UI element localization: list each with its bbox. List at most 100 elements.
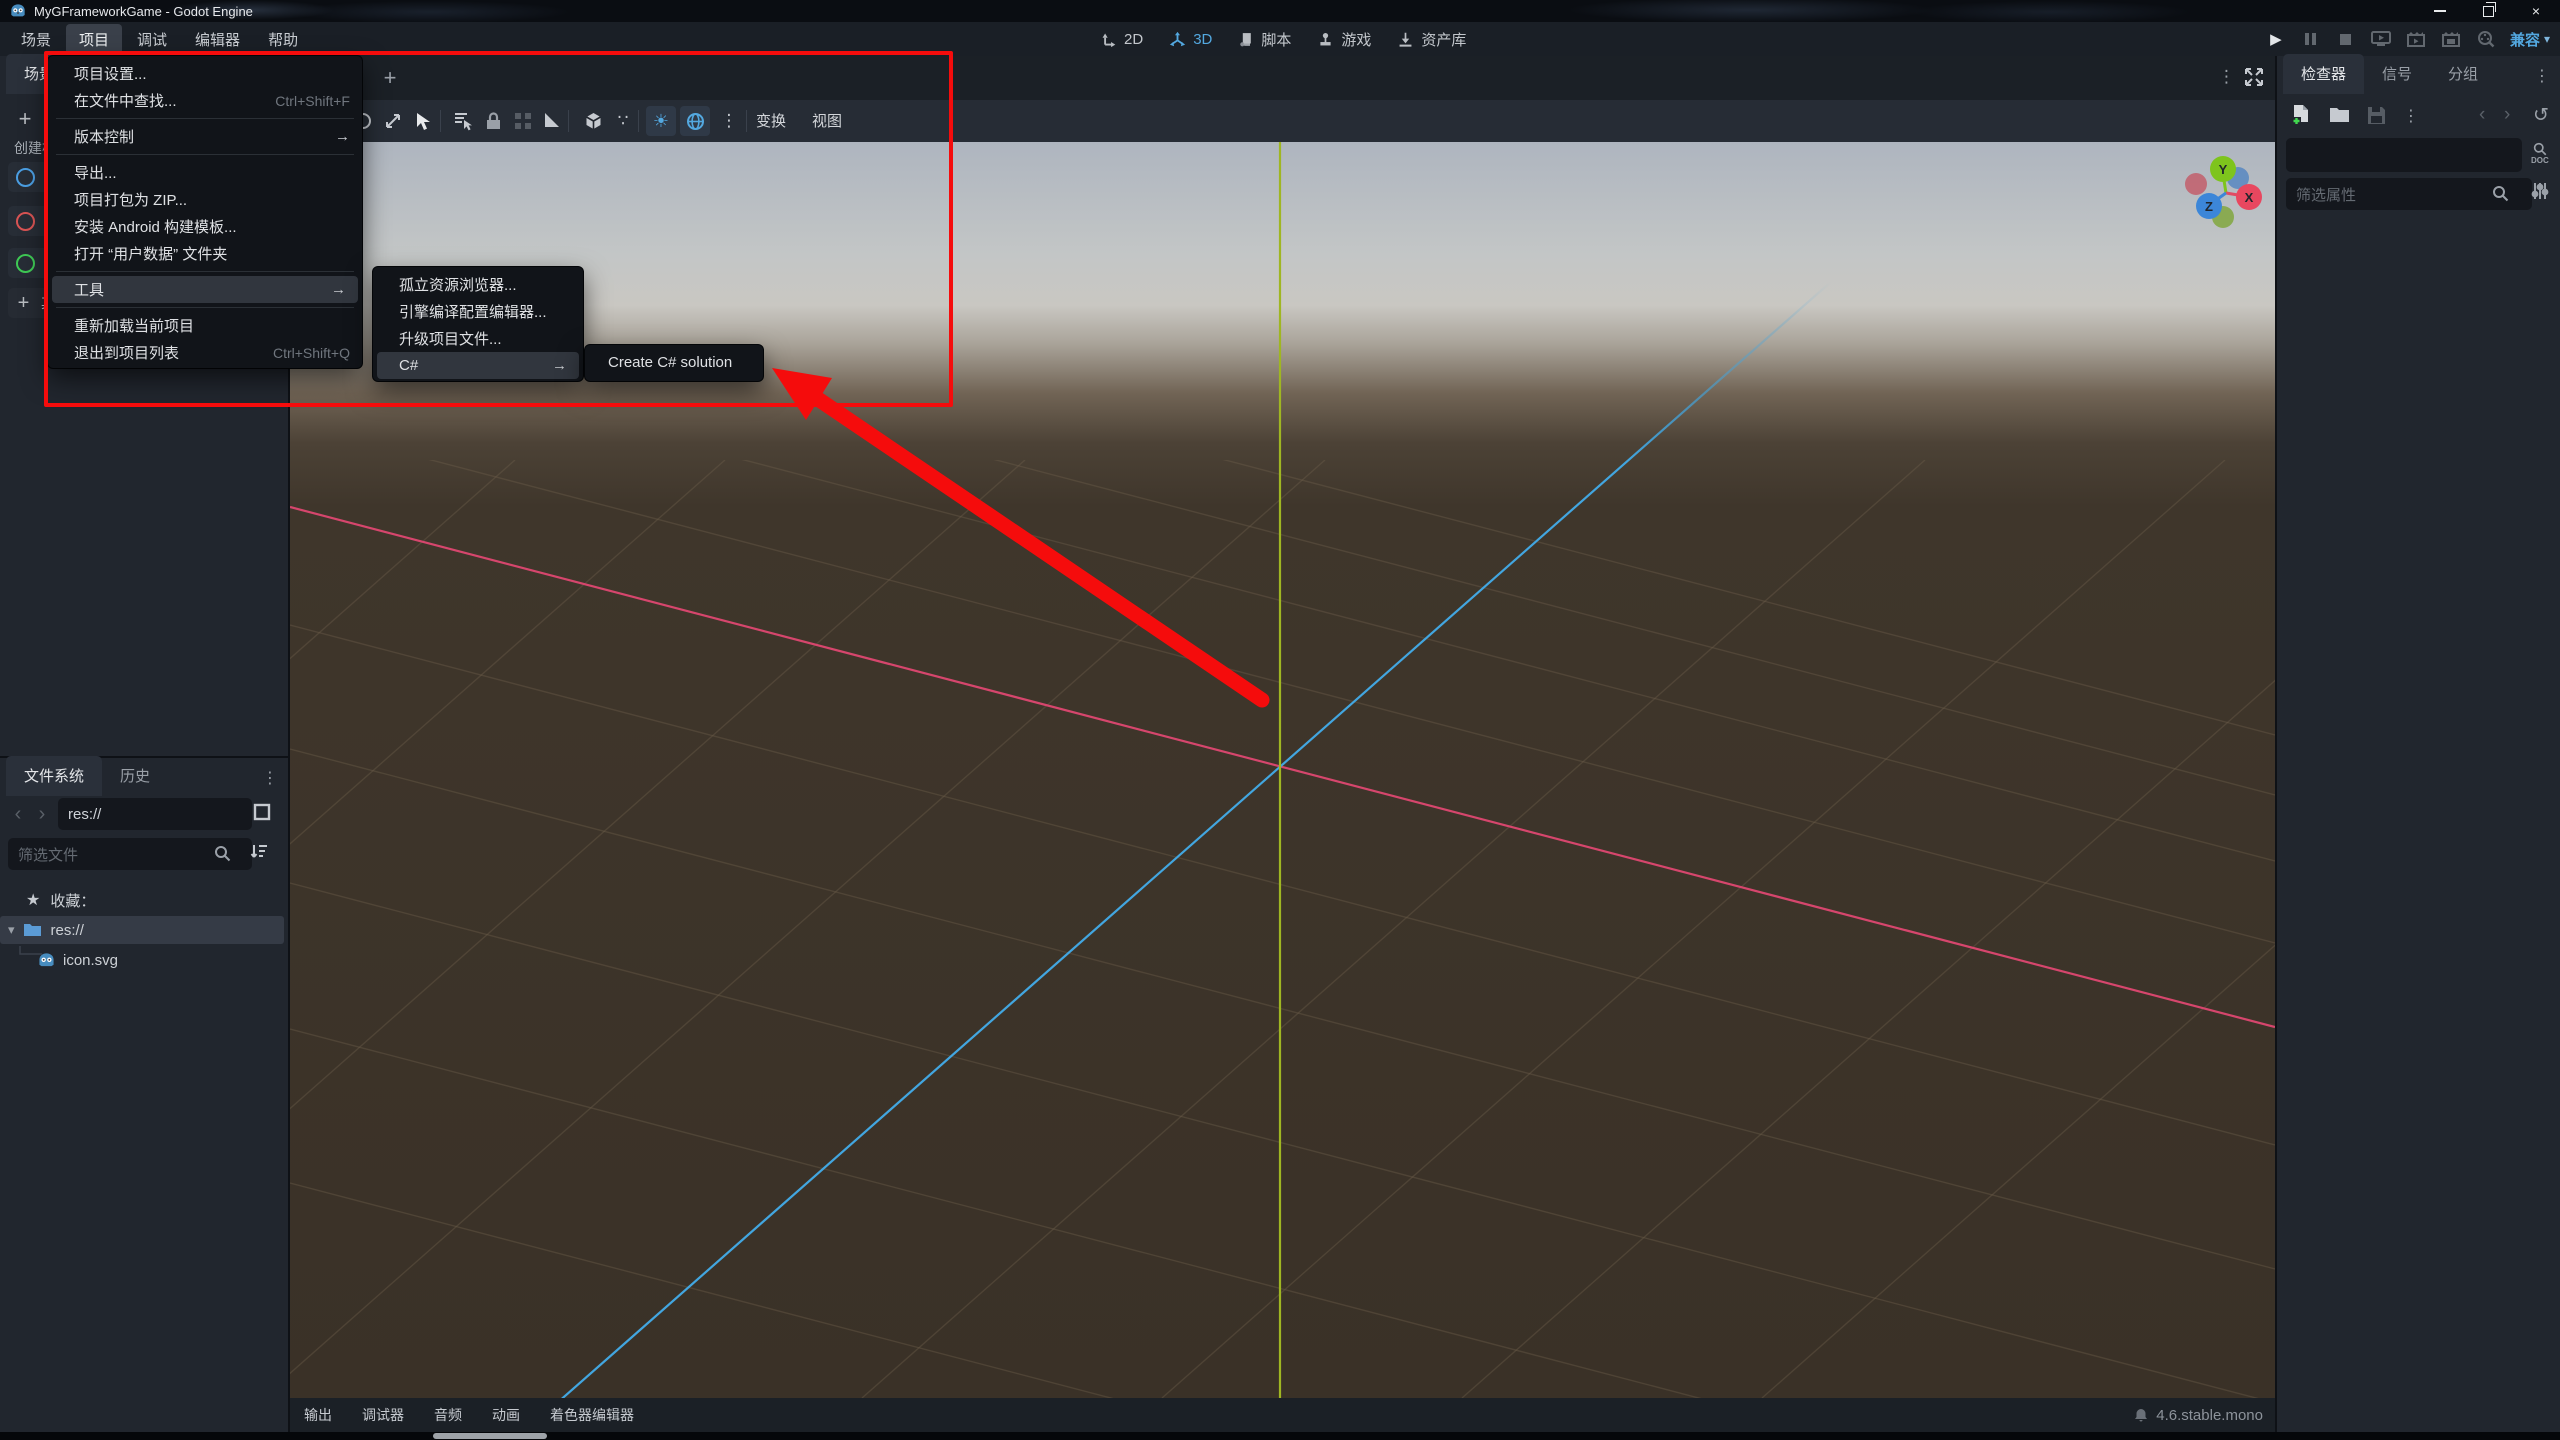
object-history-icon[interactable]: ↺	[2533, 104, 2549, 127]
restore-button[interactable]	[2464, 0, 2512, 22]
tab-history[interactable]: 历史	[102, 756, 168, 796]
add-node-button[interactable]: +	[12, 106, 38, 132]
menu-item-find-in-files[interactable]: 在文件中查找... Ctrl+Shift+F	[48, 87, 362, 114]
resource-extra-menu-icon[interactable]: ⋮	[2403, 106, 2419, 126]
menu-item-project-settings[interactable]: 项目设置...	[48, 60, 362, 87]
sort-icon[interactable]	[250, 842, 270, 860]
menu-debug[interactable]: 调试	[124, 24, 180, 55]
workspace-tab-assetlib[interactable]: 资产库	[1397, 29, 1466, 50]
menu-item-quit-to-project-list[interactable]: 退出到项目列表 Ctrl+Shift+Q	[48, 339, 362, 366]
workspace-tab-script[interactable]: 脚本	[1238, 29, 1291, 50]
sun-environment-menu-icon[interactable]: ⋮	[714, 106, 744, 136]
menu-item-tools[interactable]: 工具 →	[52, 276, 358, 303]
tab-filesystem[interactable]: 文件系统	[6, 756, 103, 796]
view-axes-gizmo[interactable]: Y X Z	[2178, 148, 2278, 240]
menu-editor[interactable]: 编辑器	[182, 24, 253, 55]
viewport-grid-and-axes	[290, 142, 2275, 1398]
path-field[interactable]: res://	[58, 798, 252, 830]
workspace-tab-3d[interactable]: 3D	[1169, 31, 1212, 48]
snap-mode-icon[interactable]	[578, 106, 608, 136]
history-forward-icon[interactable]: ›	[2504, 104, 2510, 126]
filter-files-input[interactable]: 筛选文件	[8, 838, 252, 870]
version-label[interactable]: 4.6.stable.mono	[2156, 1407, 2263, 1424]
run-project-button[interactable]	[2370, 28, 2392, 50]
menu-item-export[interactable]: 导出...	[48, 159, 362, 186]
preview-sunlight-toggle[interactable]: ☀	[646, 106, 676, 136]
load-resource-folder-icon[interactable]	[2329, 106, 2350, 124]
menu-item-pack-zip[interactable]: 项目打包为 ZIP...	[48, 186, 362, 213]
lock-selected-icon[interactable]	[478, 106, 508, 136]
menu-help[interactable]: 帮助	[255, 24, 311, 55]
split-view-icon[interactable]	[252, 802, 272, 822]
node-name-field[interactable]	[2286, 138, 2522, 172]
folder-icon	[23, 922, 42, 938]
tab-groups[interactable]: 分组	[2430, 54, 2496, 94]
notification-bell-icon[interactable]	[2134, 1408, 2148, 1423]
menu-item-version-control[interactable]: 版本控制 →	[48, 123, 362, 150]
run-custom-scene-button[interactable]	[2440, 28, 2462, 50]
menu-item-orphan-resource-explorer[interactable]: 孤立资源浏览器...	[373, 271, 583, 298]
scale-tool-icon[interactable]	[378, 106, 408, 136]
tree-collapse-icon[interactable]: ▾	[8, 922, 15, 938]
play-button[interactable]: ▶	[2265, 28, 2287, 50]
menu-item-csharp[interactable]: C# →	[377, 352, 579, 379]
tree-row-res[interactable]: ▾ res://	[0, 916, 284, 944]
pause-button[interactable]	[2300, 28, 2322, 50]
minimize-button[interactable]	[2416, 0, 2464, 22]
renderer-selector[interactable]: 兼容 ▾	[2510, 29, 2550, 50]
gizmo-x-label: X	[2245, 190, 2254, 205]
nav-forward-icon[interactable]: ›	[32, 800, 52, 828]
menu-item-create-csharp-solution[interactable]: Create C# solution	[585, 349, 763, 376]
shortcut-label: Ctrl+Shift+F	[275, 92, 350, 109]
filter-properties-input[interactable]: 筛选属性	[2286, 178, 2532, 210]
property-tools-icon[interactable]	[2531, 182, 2549, 200]
view-menu[interactable]: 视图	[812, 110, 842, 131]
x-axis-line	[290, 505, 2275, 1029]
panel-output[interactable]: 输出	[304, 1405, 332, 1425]
panel-audio[interactable]: 音频	[434, 1405, 462, 1425]
nav-back-icon[interactable]: ‹	[8, 800, 28, 828]
ruler-tool-icon[interactable]	[536, 106, 566, 136]
game-icon	[1320, 32, 1331, 45]
3d-scene-icon	[16, 211, 35, 231]
tree-row-icon-svg[interactable]: icon.svg	[0, 946, 290, 974]
workspace-tab-2d[interactable]: 2D	[1100, 31, 1143, 48]
workspace-tab-game[interactable]: 游戏	[1317, 29, 1371, 50]
panel-shader-editor[interactable]: 着色器编辑器	[550, 1405, 634, 1425]
open-docs-icon[interactable]: DOC	[2531, 142, 2549, 165]
list-select-tool-icon[interactable]	[448, 106, 478, 136]
menu-scene[interactable]: 场景	[8, 24, 64, 55]
select-tool-icon[interactable]	[408, 106, 438, 136]
gizmo-z-label: Z	[2205, 199, 2213, 214]
menu-item-open-user-data-folder[interactable]: 打开 “用户数据” 文件夹	[48, 240, 362, 267]
use-local-space-icon[interactable]: ∵	[608, 106, 638, 136]
stop-button[interactable]	[2335, 28, 2357, 50]
run-scene-button[interactable]	[2405, 28, 2427, 50]
panel-debugger[interactable]: 调试器	[362, 1405, 404, 1425]
transform-menu[interactable]: 变换	[756, 110, 786, 131]
tab-inspector[interactable]: 检查器	[2283, 54, 2365, 94]
viewport-3d[interactable]: Y X Z	[290, 142, 2275, 1398]
tree-branch-line	[19, 946, 42, 955]
close-button[interactable]: ×	[2512, 0, 2560, 22]
dock-menu-icon[interactable]: ⋮	[262, 768, 278, 788]
menu-item-upgrade-project-files[interactable]: 升级项目文件...	[373, 325, 583, 352]
history-back-icon[interactable]: ‹	[2479, 104, 2485, 126]
save-resource-icon[interactable]	[2367, 106, 2386, 125]
panel-animation[interactable]: 动画	[492, 1405, 520, 1425]
expand-viewport-icon[interactable]	[2244, 67, 2264, 87]
run-project-icon	[2370, 31, 2391, 46]
tab-signals[interactable]: 信号	[2364, 54, 2430, 94]
movie-maker-button[interactable]	[2475, 28, 2497, 50]
scene-tabs-menu-icon[interactable]: ⋮	[2218, 67, 2235, 87]
new-resource-icon[interactable]	[2291, 104, 2311, 126]
menu-item-reload-project[interactable]: 重新加载当前项目	[48, 312, 362, 339]
group-selected-icon[interactable]	[508, 106, 538, 136]
preview-environment-toggle[interactable]	[680, 106, 710, 136]
new-scene-tab-button[interactable]: +	[378, 65, 402, 90]
menu-item-install-android-template[interactable]: 安装 Android 构建模板...	[48, 213, 362, 240]
ui-scene-icon	[16, 253, 35, 273]
menu-project[interactable]: 项目	[66, 23, 123, 55]
menu-item-engine-compile-config[interactable]: 引擎编译配置编辑器...	[373, 298, 583, 325]
dock-menu-icon[interactable]: ⋮	[2534, 66, 2550, 86]
